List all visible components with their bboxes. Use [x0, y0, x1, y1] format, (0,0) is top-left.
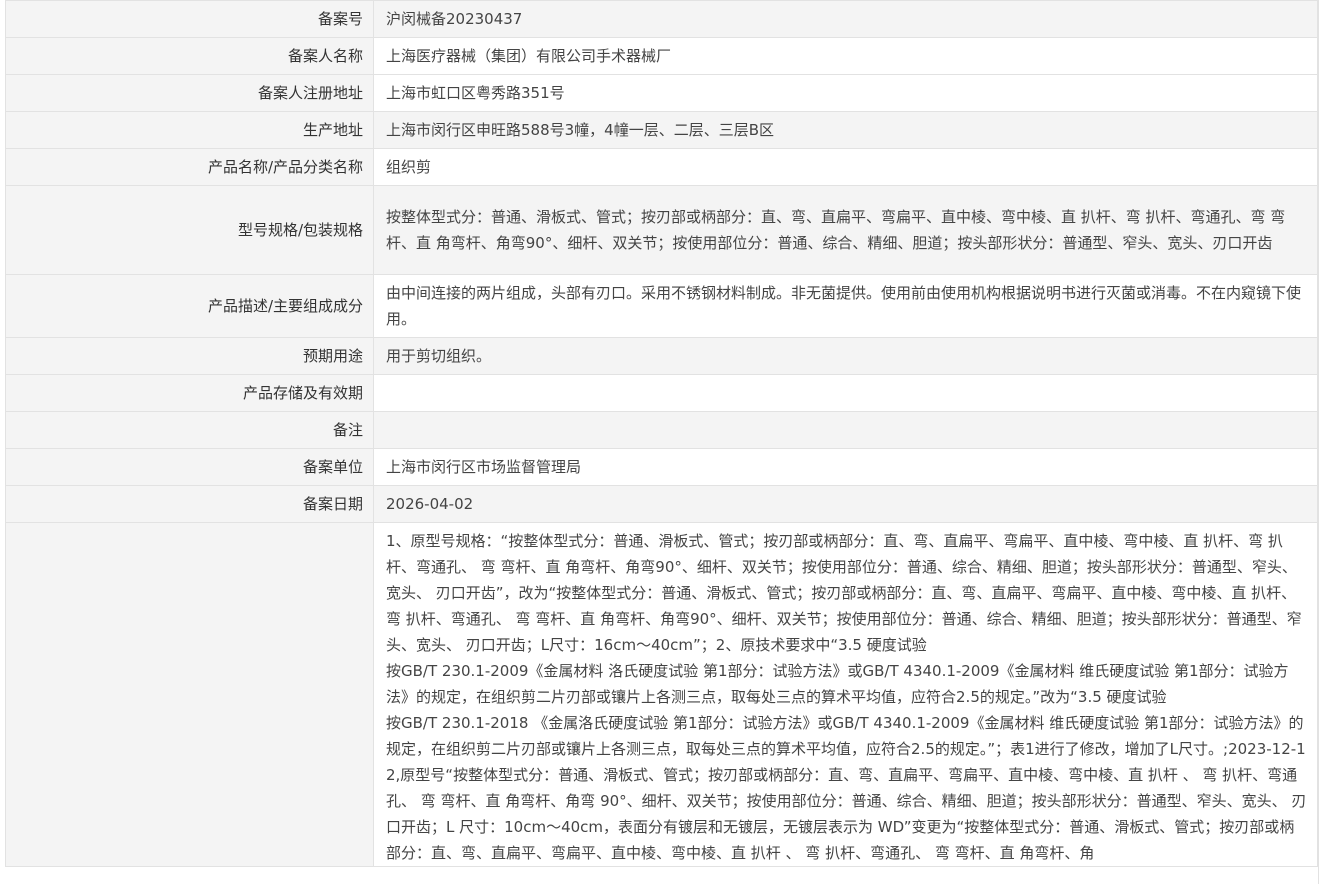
field-label: 备案人注册地址: [5, 74, 374, 112]
row-intended-use: 预期用途 用于剪切组织。: [5, 337, 1318, 375]
scrollbar-track[interactable]: [1324, 0, 1342, 884]
row-product-description: 产品描述/主要组成成分 由中间连接的两片组成，头部有刃口。采用不锈钢材料制成。非…: [5, 274, 1318, 338]
field-value: 由中间连接的两片组成，头部有刃口。采用不锈钢材料制成。非无菌提供。使用前由使用机…: [373, 274, 1318, 338]
row-filing-number: 备案号 沪闵械备20230437: [5, 0, 1318, 38]
field-value: 上海市闵行区申旺路588号3幢，4幢一层、二层、三层B区: [373, 111, 1318, 149]
field-label: 型号规格/包装规格: [5, 185, 374, 275]
row-production-address: 生产地址 上海市闵行区申旺路588号3幢，4幢一层、二层、三层B区: [5, 111, 1318, 149]
field-value: [373, 411, 1318, 449]
field-label: [5, 522, 374, 867]
field-value: 上海医疗器械（集团）有限公司手术器械厂: [373, 37, 1318, 75]
field-label: 生产地址: [5, 111, 374, 149]
field-value: 用于剪切组织。: [373, 337, 1318, 375]
field-value: 上海市虹口区粤秀路351号: [373, 74, 1318, 112]
field-value: 沪闵械备20230437: [373, 0, 1318, 38]
field-value: 上海市闵行区市场监督管理局: [373, 448, 1318, 486]
field-label: 备注: [5, 411, 374, 449]
field-value: 1、原型号规格：“按整体型式分：普通、滑板式、管式；按刃部或柄部分：直、弯、直扁…: [373, 522, 1318, 867]
row-storage-validity: 产品存储及有效期: [5, 374, 1318, 412]
field-value: 组织剪: [373, 148, 1318, 186]
record-table: 备案号 沪闵械备20230437 备案人名称 上海医疗器械（集团）有限公司手术器…: [5, 0, 1318, 867]
row-model-spec: 型号规格/包装规格 按整体型式分：普通、滑板式、管式；按刃部或柄部分：直、弯、直…: [5, 185, 1318, 275]
field-label: 备案日期: [5, 485, 374, 523]
page-edge-divider: [1318, 0, 1319, 884]
field-value: [373, 374, 1318, 412]
row-filing-date: 备案日期 2026-04-02: [5, 485, 1318, 523]
row-filer-name: 备案人名称 上海医疗器械（集团）有限公司手术器械厂: [5, 37, 1318, 75]
row-filer-address: 备案人注册地址 上海市虹口区粤秀路351号: [5, 74, 1318, 112]
field-label: 预期用途: [5, 337, 374, 375]
field-label: 备案号: [5, 0, 374, 38]
field-value: 2026-04-02: [373, 485, 1318, 523]
row-remarks: 备注: [5, 411, 1318, 449]
row-product-name: 产品名称/产品分类名称 组织剪: [5, 148, 1318, 186]
field-label: 备案人名称: [5, 37, 374, 75]
field-label: 备案单位: [5, 448, 374, 486]
row-change-record: 1、原型号规格：“按整体型式分：普通、滑板式、管式；按刃部或柄部分：直、弯、直扁…: [5, 522, 1318, 867]
record-detail: 备案号 沪闵械备20230437 备案人名称 上海医疗器械（集团）有限公司手术器…: [5, 0, 1318, 867]
row-filing-unit: 备案单位 上海市闵行区市场监督管理局: [5, 448, 1318, 486]
field-label: 产品存储及有效期: [5, 374, 374, 412]
field-label: 产品名称/产品分类名称: [5, 148, 374, 186]
field-label: 产品描述/主要组成成分: [5, 274, 374, 338]
field-value: 按整体型式分：普通、滑板式、管式；按刃部或柄部分：直、弯、直扁平、弯扁平、直中棱…: [373, 185, 1318, 275]
